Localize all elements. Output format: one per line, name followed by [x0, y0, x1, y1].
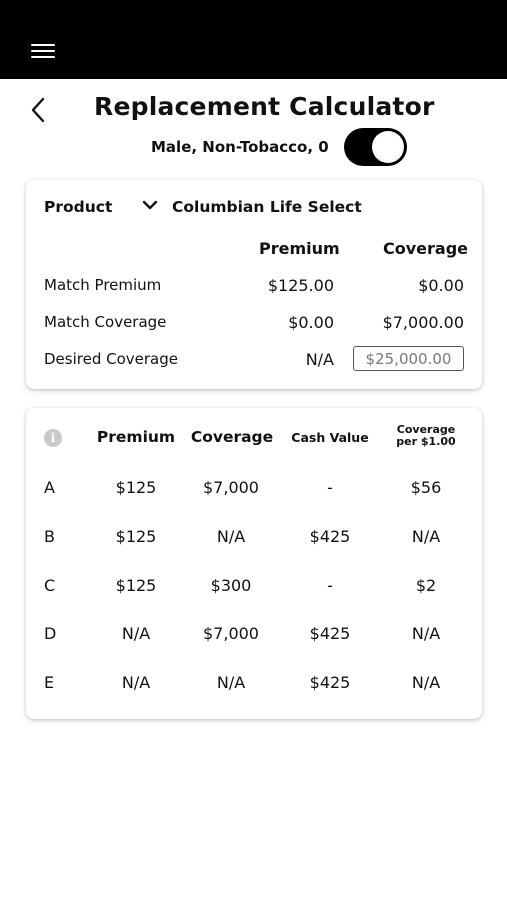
table-cell: $425 [309, 624, 351, 643]
match-premium-coverage: $0.00 [418, 276, 464, 295]
table-cell: $125 [115, 576, 157, 595]
desired-coverage-input[interactable] [353, 346, 464, 371]
table-cell: $7,000 [203, 478, 259, 497]
table-cell: N/A [411, 673, 441, 692]
table-cell: $56 [410, 478, 442, 497]
profile-label: Male, Non-Tobacco, 0 [151, 138, 329, 156]
table-cell: N/A [411, 624, 441, 643]
match-coverage-label: Match Coverage [44, 313, 167, 331]
table-cell: $125 [115, 527, 157, 546]
back-button[interactable] [27, 96, 51, 124]
product-label: Product [44, 198, 113, 216]
table-cell: $2 [415, 576, 437, 595]
table-cell: N/A [216, 527, 246, 546]
row-label: D [44, 624, 57, 643]
column-header-line: per $1.00 [396, 435, 456, 448]
table-cell: N/A [216, 673, 246, 692]
top-app-bar [0, 0, 507, 79]
table-cell: $125 [115, 478, 157, 497]
column-header-coverage: Coverage [383, 239, 469, 258]
row-label: B [44, 527, 55, 546]
chevron-left-icon [31, 97, 45, 123]
table-cell: $425 [309, 673, 351, 692]
table-cell: $425 [309, 527, 351, 546]
match-coverage-coverage: $7,000.00 [382, 313, 464, 332]
match-premium-premium: $125.00 [267, 276, 334, 295]
column-header-cash-value: Cash Value [291, 430, 369, 445]
chevron-down-icon[interactable] [141, 198, 159, 212]
product-select[interactable]: Columbian Life Select [172, 198, 362, 216]
desired-coverage-label: Desired Coverage [44, 350, 178, 368]
profile-toggle[interactable] [344, 128, 407, 166]
match-premium-label: Match Premium [44, 276, 162, 294]
table-cell: N/A [411, 527, 441, 546]
table-cell: $300 [210, 576, 252, 595]
column-header-premium: Premium [259, 239, 340, 258]
hamburger-menu-icon[interactable] [31, 43, 56, 61]
column-header-coverage: Coverage [190, 428, 274, 446]
column-header-coverage-per-dollar: Coverage per $1.00 [380, 424, 472, 448]
desired-coverage-premium: N/A [305, 350, 334, 369]
table-cell: N/A [121, 673, 151, 692]
match-coverage-premium: $0.00 [288, 313, 334, 332]
table-cell: $7,000 [203, 624, 259, 643]
results-table-card: i Premium Coverage Cash Value Coverage p… [26, 408, 482, 719]
inputs-card: Product Columbian Life Select Premium Co… [26, 180, 482, 389]
table-cell: N/A [121, 624, 151, 643]
column-header-premium: Premium [96, 428, 176, 446]
toggle-knob [372, 131, 404, 163]
info-icon[interactable]: i [44, 429, 62, 447]
table-cell: - [327, 478, 333, 497]
row-label: C [44, 576, 56, 595]
row-label: A [44, 478, 55, 497]
page-title: Replacement Calculator [94, 92, 435, 121]
row-label: E [44, 673, 55, 692]
table-cell: - [327, 576, 333, 595]
